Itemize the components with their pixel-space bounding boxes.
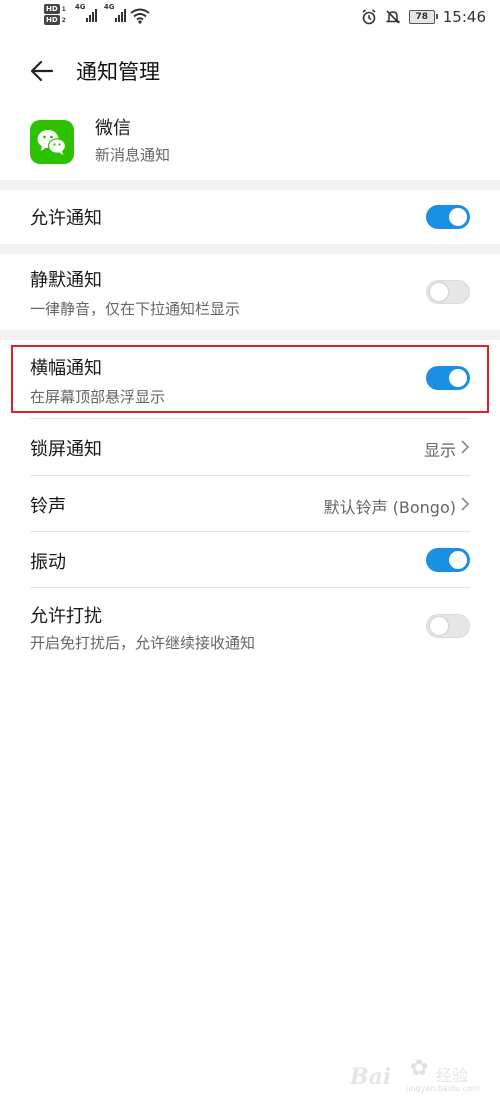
- signal-icon: 4G: [74, 3, 97, 22]
- setting-allow-interruptions[interactable]: 允许打扰 开启免打扰后，允许继续接收通知: [0, 588, 500, 664]
- arrow-left-icon[interactable]: [28, 58, 56, 84]
- status-bar: HD 1 HD 2 4G 4G 78 15:46: [0, 0, 500, 38]
- setting-vibration[interactable]: 振动: [0, 532, 500, 588]
- setting-title: 静默通知: [30, 270, 102, 291]
- setting-value: 默认铃声 (Bongo): [323, 498, 456, 517]
- hd-badge-1: HD: [44, 4, 60, 14]
- watermark-text: Bai: [350, 1064, 392, 1090]
- setting-title: 铃声: [30, 496, 66, 517]
- setting-title: 允许打扰: [30, 606, 102, 627]
- setting-title: 允许通知: [30, 208, 102, 229]
- allow-interruptions-toggle[interactable]: [426, 614, 470, 638]
- app-subtitle: 新消息通知: [95, 146, 171, 164]
- watermark-url: jingyan.baidu.com: [406, 1084, 480, 1093]
- watermark-cn: 经验: [436, 1066, 469, 1085]
- signal-icon-2: 4G: [103, 3, 126, 22]
- setting-silent-notifications[interactable]: 静默通知 一律静音，仅在下拉通知栏显示: [0, 254, 500, 330]
- setting-allow-notifications[interactable]: 允许通知: [0, 190, 500, 244]
- wifi-icon: [130, 8, 150, 24]
- network-type-2: 4G: [103, 3, 115, 11]
- setting-title: 锁屏通知: [30, 439, 102, 460]
- section-gap: [0, 330, 500, 340]
- app-bar: 通知管理: [0, 50, 500, 92]
- clock: 15:46: [442, 8, 486, 26]
- network-type-1: 4G: [74, 3, 86, 11]
- page-title: 通知管理: [76, 60, 160, 84]
- section-gap: [0, 244, 500, 254]
- setting-title: 振动: [30, 552, 66, 573]
- section-gap: [0, 180, 500, 190]
- wechat-icon: [30, 120, 74, 164]
- hd-badge-2: HD: [44, 15, 60, 25]
- alarm-icon: [362, 9, 376, 25]
- hd-badge-2-num: 2: [61, 16, 66, 24]
- app-info: 微信 新消息通知: [0, 112, 500, 170]
- setting-value: 显示: [423, 441, 456, 460]
- chevron-right-icon: [461, 440, 470, 454]
- setting-lockscreen-notifications[interactable]: 锁屏通知 显示: [0, 419, 500, 475]
- setting-subtitle: 开启免打扰后，允许继续接收通知: [30, 634, 256, 652]
- app-name: 微信: [95, 118, 131, 139]
- status-left: HD 1 HD 2 4G 4G: [44, 3, 150, 25]
- hd-indicators: HD 1 HD 2: [44, 4, 66, 25]
- setting-ringtone[interactable]: 铃声 默认铃声 (Bongo): [0, 476, 500, 532]
- highlight-box: [11, 345, 489, 413]
- battery-icon: 78: [408, 10, 438, 24]
- silent-notifications-toggle[interactable]: [426, 280, 470, 304]
- paw-icon: ✿: [410, 1056, 429, 1081]
- mute-icon: [385, 10, 401, 24]
- vibration-toggle[interactable]: [426, 548, 470, 572]
- allow-notifications-toggle[interactable]: [426, 205, 470, 229]
- chevron-right-icon: [461, 497, 470, 511]
- hd-badge-1-num: 1: [61, 5, 66, 13]
- status-right: 78 15:46: [361, 8, 486, 26]
- watermark-logo: Bai ✿ 经验 jingyan.baidu.com: [350, 1050, 490, 1094]
- setting-subtitle: 一律静音，仅在下拉通知栏显示: [30, 300, 241, 318]
